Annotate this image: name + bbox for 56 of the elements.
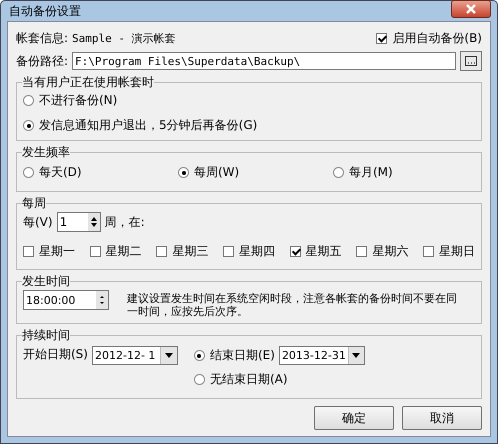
radio-circle[interactable] [23,95,34,106]
date-dropdown[interactable]: 2012-12- 1 [92,346,178,365]
field-label: 开始日期(S) [23,346,88,363]
date-dropdown[interactable]: 2013-12-31 [278,346,365,365]
checkbox-square[interactable] [422,246,434,257]
checkbox-square[interactable] [376,32,388,44]
group-title: 发生频率 [22,144,70,161]
window-title: 自动备份设置 [9,2,81,20]
close-button[interactable] [451,0,491,18]
field-label: 每(V) [23,214,53,230]
spin-arrows-icon[interactable] [88,213,100,231]
checkbox[interactable]: 星期日 [422,242,475,261]
checkbox[interactable]: 星期二 [90,242,142,261]
group-title: 当有用户正在使用帐套时 [22,74,154,91]
ok-button[interactable]: 确定 [314,406,394,430]
checkbox[interactable]: 星期三 [156,242,208,261]
close-icon [465,4,477,14]
checkbox-square[interactable] [23,246,34,257]
radio-option[interactable]: 每天(D) [23,163,178,182]
radio-option[interactable]: 发信息通知用户退出，5分钟后再备份(G) [23,116,475,135]
hint-text: 建议设置发生时间在系统空闲时段，注意各帐套的备份时间不要在同一时间，应按先后次序。 [127,291,458,318]
radio-option[interactable]: 结束日期(E) [194,346,275,365]
time-field[interactable]: 18:00:00 [23,290,109,310]
radio-option[interactable]: 无结束日期(A) [194,370,288,389]
checkbox-square[interactable] [356,246,368,257]
field-label: 备份路径: [16,52,68,70]
radio-circle[interactable] [194,374,205,385]
group-title: 发生时间 [22,273,70,290]
cancel-button[interactable]: 取消 [402,406,482,430]
field-label: 帐套信息: [16,30,68,46]
group-title: 每周 [22,195,46,212]
browse-button[interactable] [460,51,482,71]
ellipsis-icon [465,56,477,66]
checkbox[interactable]: 星期一 [23,242,75,261]
radio-circle[interactable] [333,167,344,178]
checkbox-square[interactable] [222,246,234,257]
spin-arrows-icon[interactable] [96,291,108,309]
checkbox-square[interactable] [290,246,301,257]
radio-circle[interactable] [23,167,34,178]
checkbox-square[interactable] [156,246,168,257]
checkbox-square[interactable] [90,246,101,257]
checkbox[interactable]: 星期五 [290,242,342,261]
field-label: 周，在: [104,214,145,230]
radio-circle[interactable] [194,350,205,361]
radio-circle[interactable] [23,120,34,131]
radio-option[interactable]: 每周(W) [178,163,333,182]
account-name: Sample - 演示帐套 [72,30,176,46]
radio-option[interactable]: 不进行备份(N) [23,91,475,110]
path-field[interactable]: F:\Program Files\Superdata\Backup\ [72,52,456,70]
radio-option[interactable]: 每月(M) [333,163,475,182]
radio-circle[interactable] [178,167,189,178]
checkbox[interactable]: 星期四 [222,242,275,261]
checkbox[interactable]: 星期六 [356,242,408,261]
checkbox[interactable]: 启用自动备份(B) [376,28,482,48]
spin-field[interactable]: 1 [56,212,101,232]
group-title: 持续时间 [22,327,70,344]
